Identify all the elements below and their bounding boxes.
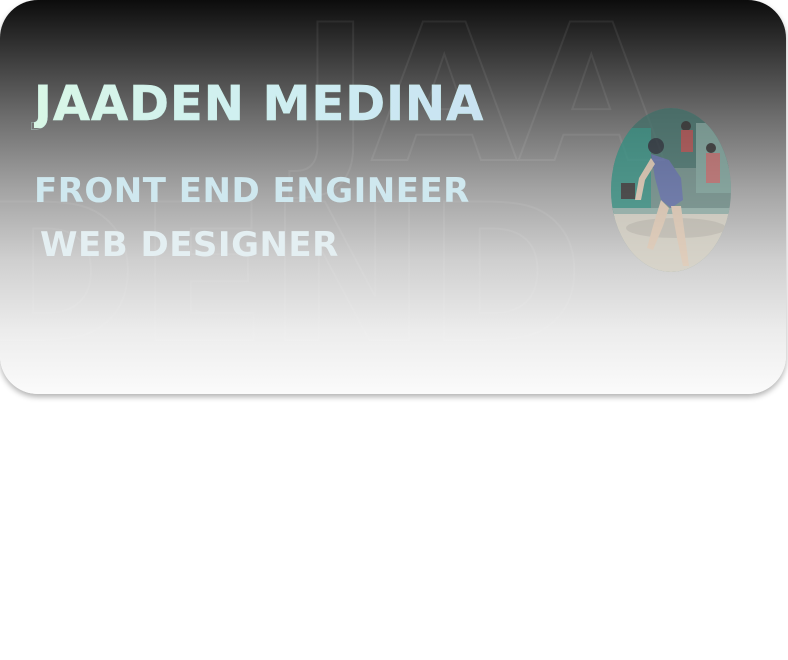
wrestler-photo-image [611,108,731,272]
profile-photo [611,108,731,272]
role-web-designer: WEB DESIGNER [40,225,339,265]
name-heading: JAADEN MEDINA [34,80,594,129]
profile-card: JAA DEND JAADEN MEDINA FRONT END ENGINEE… [0,0,786,394]
role-front-end-engineer: FRONT END ENGINEER [34,171,470,211]
